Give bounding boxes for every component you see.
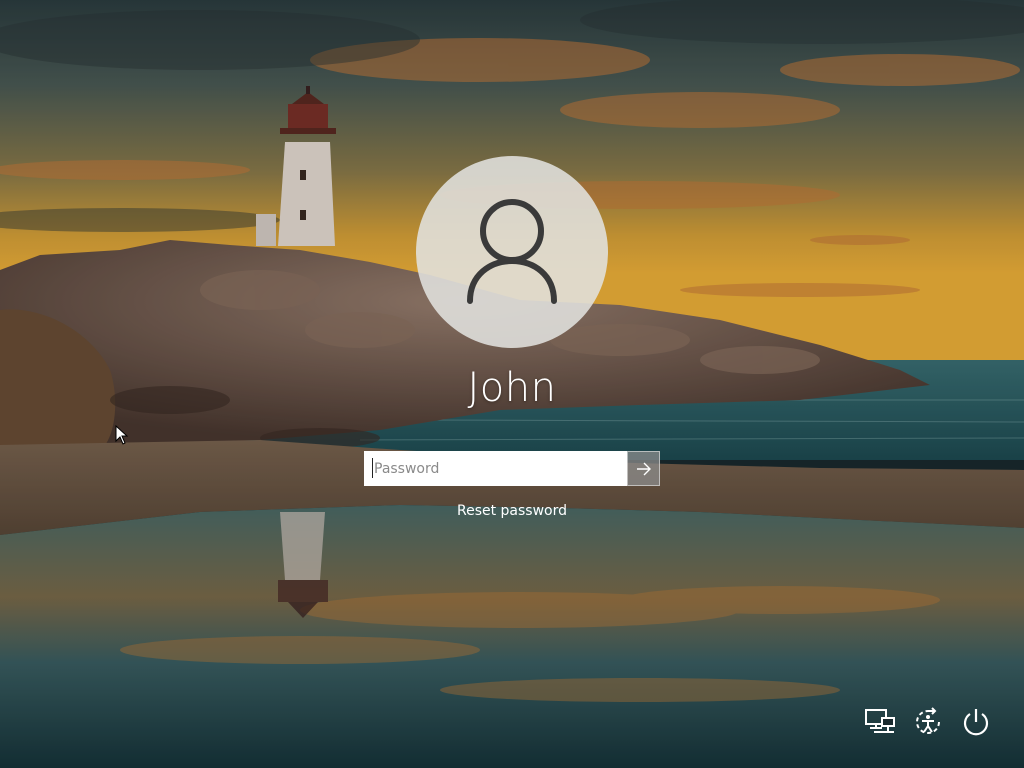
network-icon bbox=[865, 709, 895, 733]
ease-of-access-icon bbox=[916, 707, 940, 734]
password-row bbox=[364, 451, 660, 486]
mouse-pointer-icon bbox=[115, 425, 129, 445]
arrow-right-icon bbox=[636, 462, 651, 475]
reset-password-link[interactable]: Reset password bbox=[412, 503, 612, 519]
power-icon bbox=[963, 709, 989, 736]
text-caret bbox=[372, 458, 373, 478]
ease-of-access-button[interactable] bbox=[910, 704, 946, 740]
power-button[interactable] bbox=[958, 704, 994, 740]
user-avatar bbox=[416, 156, 608, 348]
network-button[interactable] bbox=[862, 704, 898, 740]
submit-button[interactable] bbox=[627, 451, 660, 486]
user-name: John bbox=[467, 365, 557, 411]
user-silhouette-icon bbox=[467, 199, 557, 304]
password-field[interactable] bbox=[364, 451, 627, 486]
